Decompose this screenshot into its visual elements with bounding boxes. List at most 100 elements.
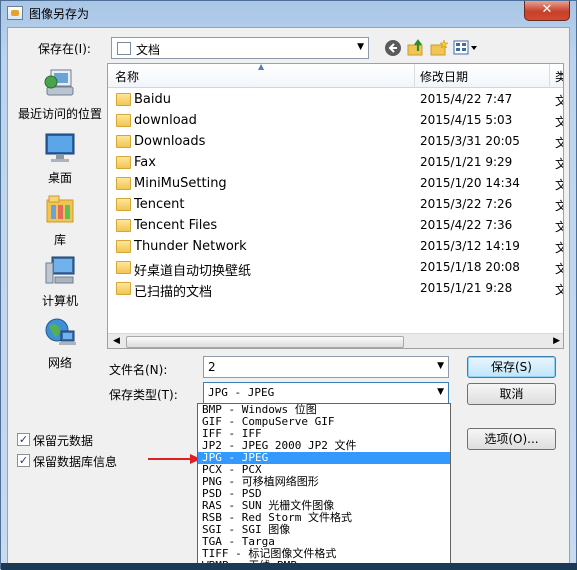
folder-icon — [116, 240, 131, 253]
list-header: 名称 ▲ 修改日期 类 — [108, 63, 563, 88]
file-row[interactable]: download 2015/4/15 5:03 文 — [108, 111, 563, 132]
place-recent[interactable]: 最近访问的位置 — [12, 68, 108, 122]
chevron-down-icon: ▼ — [357, 42, 364, 52]
cancel-button[interactable]: 取消 — [467, 383, 556, 405]
file-name: download — [134, 113, 197, 128]
horizontal-scrollbar[interactable]: ◀ ▶ — [108, 333, 563, 348]
keep-metadata-label: 保留元数据 — [33, 434, 94, 448]
folder-icon — [116, 114, 131, 127]
file-name: Thunder Network — [134, 239, 247, 254]
filetype-dropdown-list[interactable]: BMP - Windows 位图 GIF - CompuServe GIF IFF … — [197, 403, 451, 570]
folder-icon — [116, 261, 131, 274]
file-row[interactable]: 已扫描的文档 2015/1/21 9:28 文 — [108, 279, 563, 300]
folder-icon — [116, 135, 131, 148]
file-row[interactable]: Tencent Files 2015/4/22 7:36 文 — [108, 216, 563, 237]
save-image-dialog: 图像另存为 ✕ 保存在(I): 文档 ▼ 最近访问的位置 桌面 库 计算机 网络… — [0, 0, 577, 570]
file-date: 2015/1/20 14:34 — [420, 176, 520, 190]
file-row[interactable]: Fax 2015/1/21 9:29 文 — [108, 153, 563, 174]
file-date: 2015/1/18 20:08 — [420, 260, 520, 274]
library-icon — [46, 195, 74, 223]
column-divider[interactable] — [549, 64, 550, 88]
file-list[interactable]: 名称 ▲ 修改日期 类 Baidu2015/4/22 7:47文download… — [107, 63, 564, 349]
file-type: 文 — [555, 260, 563, 277]
folder-icon — [116, 198, 131, 211]
keep-database-info-label: 保留数据库信息 — [33, 455, 118, 469]
file-row[interactable]: 好桌道自动切换壁纸 2015/1/18 20:08 文 — [108, 258, 563, 279]
keep-database-info-checkbox[interactable]: ✓ — [17, 454, 30, 467]
file-type: 文 — [555, 281, 563, 298]
desktop-icon — [45, 133, 75, 162]
filetype-select[interactable]: JPG - JPEG ▼ — [203, 382, 449, 404]
file-row[interactable]: Tencent 2015/3/22 7:26 文 — [108, 195, 563, 216]
folder-icon — [116, 282, 131, 295]
new-folder-icon[interactable] — [430, 39, 448, 57]
column-header-name[interactable]: 名称 — [115, 68, 139, 85]
file-date: 2015/4/22 7:47 — [420, 92, 513, 106]
filename-input[interactable]: 2 ▼ — [203, 356, 449, 378]
file-date: 2015/1/21 9:29 — [420, 155, 513, 169]
save-in-value: 文档 — [136, 43, 161, 57]
dialog-title: 图像另存为 — [29, 7, 90, 21]
filetype-label: 保存类型(T): — [109, 388, 178, 402]
view-menu-icon[interactable] — [453, 39, 479, 57]
file-row[interactable]: Baidu 2015/4/22 7:47 文 — [108, 90, 563, 111]
recent-places-icon — [44, 69, 74, 96]
filename-label: 文件名(N): — [109, 363, 168, 377]
file-type: 文 — [555, 197, 563, 214]
sort-arrow-icon: ▲ — [258, 63, 265, 71]
place-desktop[interactable]: 桌面 — [12, 132, 108, 186]
place-label: 最近访问的位置 — [17, 107, 102, 121]
column-header-type[interactable]: 类 — [555, 68, 563, 85]
folder-icon — [116, 177, 131, 190]
file-type: 文 — [555, 113, 563, 130]
documents-folder-icon — [117, 42, 131, 55]
title-bar[interactable]: 图像另存为 ✕ — [1, 1, 576, 27]
file-name: Tencent — [134, 197, 185, 212]
file-name: 好桌道自动切换壁纸 — [134, 264, 252, 279]
file-date: 2015/3/31 20:05 — [420, 134, 520, 148]
file-name: Downloads — [134, 134, 206, 149]
scroll-right-icon[interactable]: ▶ — [553, 336, 560, 346]
places-bar: 最近访问的位置 桌面 库 计算机 网络 — [12, 64, 108, 370]
back-icon[interactable] — [384, 39, 402, 57]
file-type: 文 — [555, 155, 563, 172]
column-divider[interactable] — [414, 64, 415, 88]
folder-icon — [116, 156, 131, 169]
file-date: 2015/3/22 7:26 — [420, 197, 513, 211]
place-label: 桌面 — [47, 171, 72, 185]
file-type: 文 — [555, 176, 563, 193]
network-icon — [45, 318, 76, 345]
file-type: 文 — [555, 218, 563, 235]
chevron-down-icon[interactable]: ▼ — [437, 361, 444, 371]
computer-icon — [45, 256, 75, 284]
file-row[interactable]: Downloads 2015/3/31 20:05 文 — [108, 132, 563, 153]
file-name: 已扫描的文档 — [134, 285, 213, 300]
save-in-label: 保存在(I): — [38, 42, 91, 56]
file-type: 文 — [555, 134, 563, 151]
file-name: MiniMuSetting — [134, 176, 227, 191]
file-date: 2015/1/21 9:28 — [420, 281, 513, 295]
up-folder-icon[interactable] — [407, 39, 425, 57]
place-network[interactable]: 网络 — [12, 317, 108, 371]
keep-metadata-checkbox[interactable]: ✓ — [17, 433, 30, 446]
folder-icon — [116, 93, 131, 106]
save-in-combo[interactable]: 文档 ▼ — [111, 37, 369, 59]
app-icon — [7, 6, 23, 20]
file-row[interactable]: MiniMuSetting 2015/1/20 14:34 文 — [108, 174, 563, 195]
file-row[interactable]: Thunder Network 2015/3/12 14:19 文 — [108, 237, 563, 258]
close-button[interactable]: ✕ — [524, 1, 570, 21]
chevron-down-icon[interactable]: ▼ — [437, 387, 444, 397]
file-date: 2015/4/22 7:36 — [420, 218, 513, 232]
folder-icon — [116, 219, 131, 232]
scroll-left-icon[interactable]: ◀ — [113, 336, 120, 346]
options-button[interactable]: 选项(O)... — [467, 428, 556, 450]
file-name: Tencent Files — [134, 218, 218, 233]
save-button[interactable]: 保存(S) — [467, 356, 556, 378]
place-computer[interactable]: 计算机 — [12, 255, 108, 309]
scrollbar-thumb[interactable] — [126, 336, 404, 348]
place-library[interactable]: 库 — [12, 194, 108, 248]
place-label: 网络 — [47, 356, 72, 370]
file-type: 文 — [555, 239, 563, 256]
file-date: 2015/3/12 14:19 — [420, 239, 520, 253]
column-header-date[interactable]: 修改日期 — [420, 68, 468, 85]
